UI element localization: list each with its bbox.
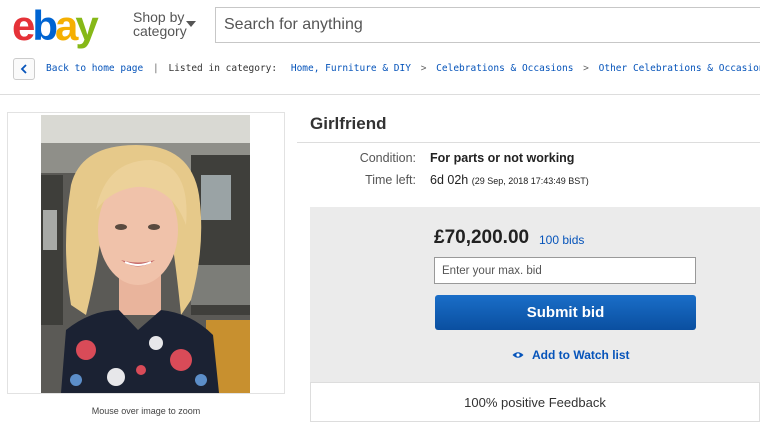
search-input[interactable]	[216, 8, 760, 42]
max-bid-input[interactable]	[435, 258, 695, 283]
breadcrumb-category-3[interactable]: Other Celebrations & Occasions	[599, 63, 760, 74]
search-bar[interactable]	[215, 7, 760, 43]
back-to-home-link[interactable]: Back to home page	[46, 63, 143, 74]
ebay-logo[interactable]: ebay	[12, 2, 99, 49]
add-to-watch-list-link[interactable]: Add to Watch list	[512, 348, 630, 362]
condition-value: For parts or not working	[430, 151, 575, 165]
shop-by-category-button[interactable]: Shop by category	[133, 10, 187, 38]
seller-feedback: 100% positive Feedback	[464, 395, 606, 410]
logo-letter: y	[75, 2, 98, 49]
listed-in-label: Listed in category:	[168, 63, 278, 74]
breadcrumb-category-2[interactable]: Celebrations & Occasions	[436, 63, 573, 74]
breadcrumb-separator: >	[420, 63, 427, 74]
category-label: category	[133, 23, 187, 39]
time-left-value: 6d 02h (29 Sep, 2018 17:43:49 BST)	[430, 173, 589, 187]
item-photo[interactable]	[41, 115, 250, 393]
eye-icon	[512, 352, 524, 358]
submit-bid-button[interactable]: Submit bid	[435, 295, 696, 330]
back-button[interactable]	[13, 58, 35, 80]
breadcrumb-category-1[interactable]: Home, Furniture & DIY	[291, 63, 411, 74]
chevron-left-icon	[20, 64, 27, 74]
title-divider	[297, 142, 760, 143]
logo-letter: a	[55, 2, 78, 49]
shop-by-label: Shop by	[133, 9, 185, 25]
time-left-label: Time left:	[365, 173, 416, 187]
time-left-duration: 6d 02h	[430, 173, 469, 187]
item-title: Girlfriend	[310, 114, 387, 133]
logo-letter: e	[12, 2, 35, 49]
bid-count-link[interactable]: 100 bids	[539, 233, 584, 247]
chevron-down-icon[interactable]	[186, 21, 196, 27]
logo-letter: b	[32, 2, 58, 49]
watch-list-label: Add to Watch list	[532, 348, 630, 362]
zoom-hint: Mouse over image to zoom	[91, 406, 201, 416]
current-price: £70,200.00	[434, 227, 530, 248]
condition-label: Condition:	[359, 151, 416, 165]
max-bid-field[interactable]	[434, 257, 696, 284]
breadcrumb: Back to home page | Listed in category: …	[46, 63, 760, 74]
breadcrumb-separator: >	[583, 63, 589, 74]
header-divider	[0, 94, 760, 95]
end-time: (29 Sep, 2018 17:43:49 BST)	[471, 176, 589, 186]
